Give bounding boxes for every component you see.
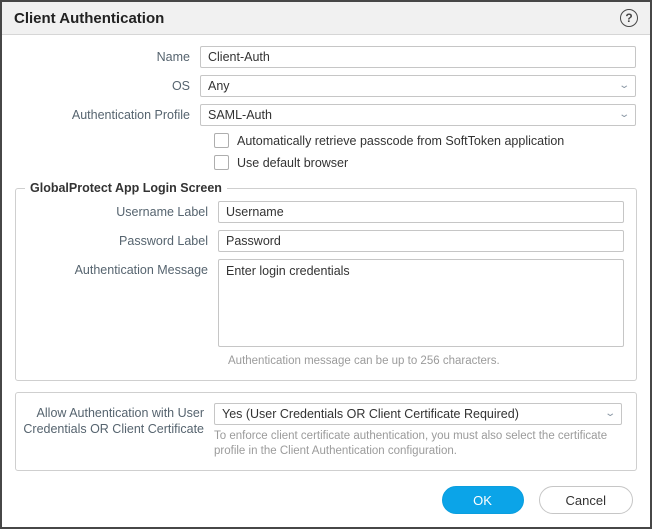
softtoken-checkbox-row: Automatically retrieve passcode from Sof…	[214, 133, 636, 148]
cert-auth-selected-value: Yes (User Credentials OR Client Certific…	[222, 407, 519, 421]
ok-button[interactable]: OK	[442, 486, 524, 514]
auth-message-row: Authentication Message Enter login crede…	[16, 259, 624, 347]
os-dropdown[interactable]: Any ⌄	[200, 75, 636, 97]
dialog-titlebar: Client Authentication ?	[2, 2, 650, 35]
default-browser-checkbox-label: Use default browser	[237, 156, 348, 170]
default-browser-checkbox-row: Use default browser	[214, 155, 636, 170]
cancel-button[interactable]: Cancel	[539, 486, 633, 514]
username-label-label: Username Label	[16, 204, 218, 220]
chevron-down-icon: ⌄	[618, 81, 630, 91]
chevron-down-icon: ⌄	[618, 110, 630, 120]
globalprotect-login-screen-legend: GlobalProtect App Login Screen	[25, 181, 227, 195]
cert-auth-dropdown[interactable]: Yes (User Credentials OR Client Certific…	[214, 403, 622, 425]
chevron-down-icon: ⌄	[604, 409, 616, 419]
auth-profile-row: Authentication Profile SAML-Auth ⌄	[2, 104, 636, 126]
name-label: Name	[2, 49, 200, 65]
auth-message-label: Authentication Message	[16, 259, 218, 278]
client-certificate-section: Allow Authentication with User Credentia…	[15, 392, 637, 471]
globalprotect-login-screen-group: GlobalProtect App Login Screen Username …	[15, 181, 637, 381]
form-area: Name OS Any ⌄ Authentication Profile SAM…	[2, 35, 650, 471]
default-browser-checkbox[interactable]	[214, 155, 229, 170]
os-row: OS Any ⌄	[2, 75, 636, 97]
client-authentication-dialog: Client Authentication ? Name OS Any ⌄ Au…	[0, 0, 652, 529]
auth-profile-selected-value: SAML-Auth	[208, 108, 272, 122]
password-label-row: Password Label	[16, 230, 624, 252]
password-label-input[interactable]	[218, 230, 624, 252]
cert-section-label: Allow Authentication with User Credentia…	[16, 403, 214, 438]
auth-profile-dropdown[interactable]: SAML-Auth ⌄	[200, 104, 636, 126]
username-label-row: Username Label	[16, 201, 624, 223]
cert-section-controls: Yes (User Credentials OR Client Certific…	[214, 403, 622, 460]
os-label: OS	[2, 78, 200, 94]
username-label-input[interactable]	[218, 201, 624, 223]
softtoken-checkbox[interactable]	[214, 133, 229, 148]
softtoken-checkbox-label: Automatically retrieve passcode from Sof…	[237, 134, 564, 148]
dialog-title: Client Authentication	[14, 10, 164, 27]
name-input[interactable]	[200, 46, 636, 68]
auth-profile-label: Authentication Profile	[2, 107, 200, 123]
dialog-buttons: OK Cancel	[442, 486, 633, 514]
auth-message-textarea[interactable]: Enter login credentials	[218, 259, 624, 347]
cert-section-hint: To enforce client certificate authentica…	[214, 429, 609, 460]
auth-message-hint: Authentication message can be up to 256 …	[228, 354, 624, 370]
os-selected-value: Any	[208, 79, 230, 93]
password-label-label: Password Label	[16, 233, 218, 249]
name-row: Name	[2, 46, 636, 68]
help-icon[interactable]: ?	[620, 9, 638, 27]
